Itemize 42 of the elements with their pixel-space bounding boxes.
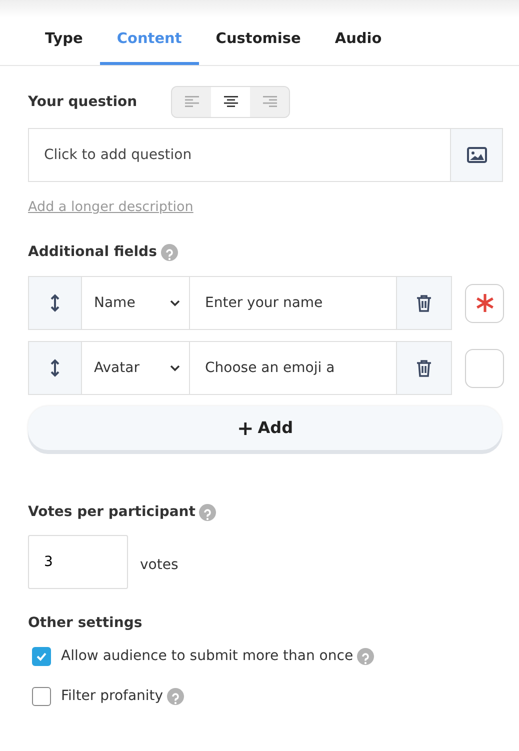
asterisk-icon: [474, 293, 495, 313]
delete-button[interactable]: [397, 341, 452, 395]
drag-handle-icon[interactable]: [28, 341, 81, 395]
help-icon[interactable]: [167, 688, 184, 705]
help-icon[interactable]: [160, 244, 178, 261]
field-input[interactable]: Choose an emoji a: [189, 341, 398, 395]
required-toggle[interactable]: [465, 284, 504, 322]
image-button[interactable]: [450, 128, 503, 182]
align-center-icon: [224, 96, 238, 108]
field-input[interactable]: Enter your name: [189, 276, 398, 330]
question-field[interactable]: Click to add question: [28, 128, 450, 182]
unit-label: votes: [140, 556, 178, 574]
add-button[interactable]: + Add: [28, 406, 502, 450]
section-label: Votes per participant: [28, 503, 196, 522]
delete-button[interactable]: [397, 276, 452, 330]
help-icon[interactable]: [357, 648, 374, 665]
chevron-icon: [169, 299, 181, 307]
drag-handle-icon[interactable]: [28, 276, 81, 330]
help-icon[interactable]: [199, 504, 216, 521]
tab[interactable]: Audio: [318, 18, 399, 65]
section-label: Other settings: [28, 614, 142, 633]
image-icon: [466, 147, 486, 163]
tab[interactable]: Customise: [198, 18, 318, 65]
checkbox[interactable]: [32, 647, 51, 666]
field-type-dropdown[interactable]: Avatar: [81, 341, 189, 395]
alignment-toggle-group[interactable]: [171, 86, 290, 118]
section-label: Additional fields: [28, 243, 157, 262]
tab[interactable]: Type: [28, 18, 100, 65]
section-label: Your question: [28, 92, 138, 112]
checkbox-label: Allow audience to submit more than once: [61, 647, 354, 666]
align-center-button[interactable]: [211, 87, 250, 117]
required-toggle[interactable]: [465, 348, 504, 388]
checkbox[interactable]: [32, 687, 51, 706]
align-left-icon: [184, 96, 198, 108]
field-type-dropdown[interactable]: Name: [81, 276, 189, 330]
align-right-icon: [262, 96, 276, 108]
check-icon: [36, 652, 47, 661]
trash-icon: [416, 359, 432, 377]
trash-icon: [416, 294, 432, 312]
checkbox-label: Filter profanity: [61, 687, 164, 706]
chevron-icon: [169, 364, 181, 372]
votes-input[interactable]: 3: [28, 535, 128, 589]
